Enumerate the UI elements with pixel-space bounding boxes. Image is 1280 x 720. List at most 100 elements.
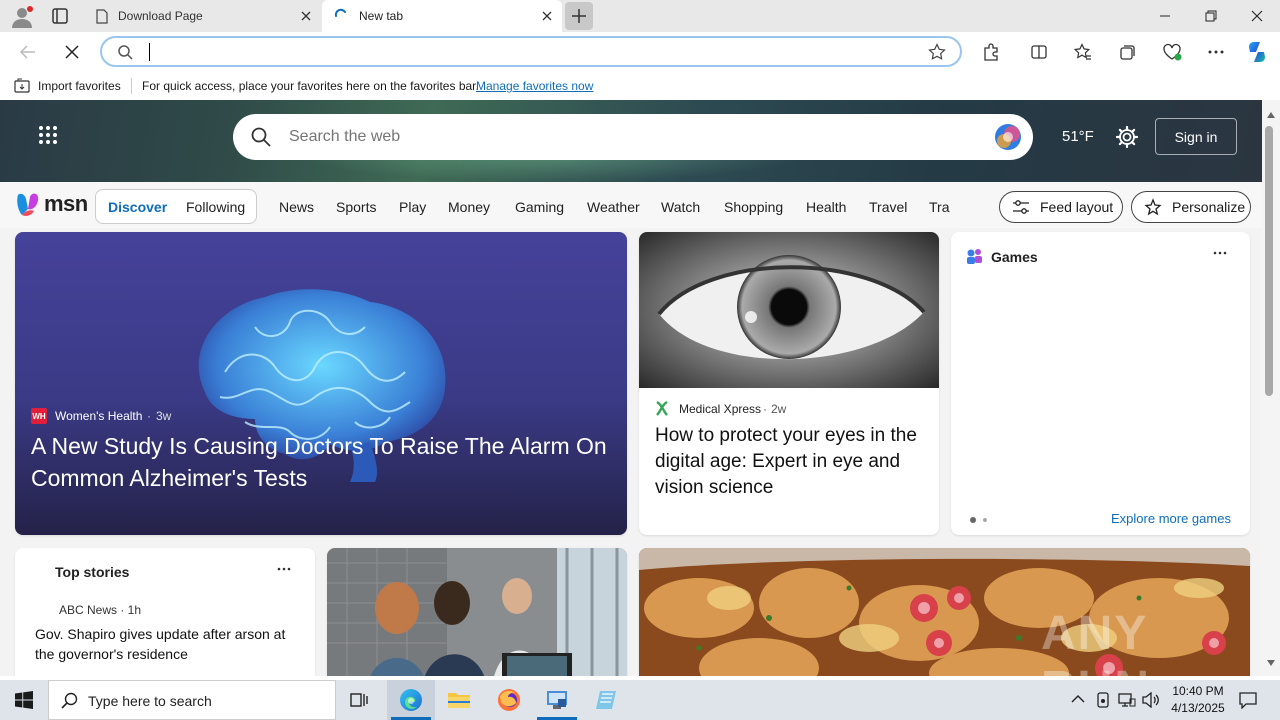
close-tab-icon[interactable] — [299, 9, 313, 23]
personalize-label: Personalize — [1172, 199, 1246, 215]
nav-sports[interactable]: Sports — [336, 199, 376, 215]
network-icon[interactable] — [1118, 692, 1136, 708]
hero-article-card[interactable]: WH Women's Health · 3w A New Study Is Ca… — [15, 232, 627, 535]
device-icon[interactable] — [1095, 692, 1111, 708]
stop-loading-button[interactable] — [60, 40, 84, 64]
file-explorer-button[interactable] — [435, 680, 483, 720]
copilot-icon[interactable] — [1245, 40, 1269, 64]
split-screen-icon[interactable] — [1027, 40, 1051, 64]
sparkle-star-icon — [1144, 198, 1162, 216]
task-view-button[interactable] — [336, 680, 384, 720]
windows-logo-icon — [15, 691, 33, 709]
more-options-icon[interactable] — [1213, 246, 1227, 260]
close-tab-icon[interactable] — [540, 9, 554, 23]
browser-essentials-icon[interactable] — [1160, 40, 1184, 64]
edge-taskbar-button[interactable] — [387, 680, 435, 720]
tab-strip: Download Page New tab — [0, 0, 1280, 32]
msn-page: 51°F Sign in msn Discover Following News… — [0, 100, 1262, 676]
favorites-icon[interactable] — [1071, 40, 1095, 64]
nav-shopping[interactable]: Shopping — [724, 199, 783, 215]
article-title[interactable]: A New Study Is Causing Doctors To Raise … — [31, 430, 616, 494]
explore-more-games-link[interactable]: Explore more games — [1111, 511, 1231, 526]
clock-time[interactable]: 10:40 PM — [1169, 684, 1227, 698]
discover-tab[interactable]: Discover — [108, 199, 167, 215]
following-tab[interactable]: Following — [186, 199, 245, 215]
carousel-dot-active[interactable] — [970, 517, 976, 523]
tab-download-page[interactable]: Download Page — [84, 0, 321, 32]
more-menu-icon[interactable] — [1204, 40, 1228, 64]
firefox-button[interactable] — [485, 680, 533, 720]
more-options-icon[interactable] — [277, 562, 291, 576]
weather-temperature[interactable]: 51°F — [1062, 128, 1094, 145]
scroll-up-arrow-icon — [1267, 112, 1275, 118]
address-input[interactable] — [146, 43, 906, 61]
top-stories-card: Top stories ABC News · 1h Gov. Shapiro g… — [15, 548, 315, 676]
eye-article-card[interactable]: Medical Xpress · 2w How to protect your … — [639, 232, 939, 535]
back-button[interactable] — [16, 40, 40, 64]
web-search-box[interactable] — [233, 114, 1033, 160]
food-article-card[interactable]: ANY RUN — [639, 548, 1250, 676]
app-button[interactable] — [533, 680, 581, 720]
nav-gaming[interactable]: Gaming — [515, 199, 564, 215]
copilot-icon[interactable] — [993, 122, 1023, 152]
page-scrollbar[interactable] — [1262, 100, 1280, 676]
carousel-dot[interactable] — [983, 518, 987, 522]
tab-label: Download Page — [118, 9, 203, 23]
extensions-icon[interactable] — [979, 40, 1003, 64]
notifications-icon[interactable] — [1239, 691, 1257, 709]
womens-health-logo-icon: WH — [31, 408, 47, 424]
story-headline[interactable]: Gov. Shapiro gives update after arson at… — [35, 624, 300, 664]
favorites-bar: Import favorites For quick access, place… — [0, 72, 1280, 100]
tab-actions-icon[interactable] — [51, 7, 69, 25]
settings-gear-icon[interactable] — [1116, 126, 1138, 148]
clock-date[interactable]: 4/13/2025 — [1165, 701, 1231, 715]
nav-news[interactable]: News — [279, 199, 314, 215]
office-people-image — [327, 548, 627, 676]
new-tab-button[interactable] — [565, 2, 593, 30]
sign-in-button[interactable]: Sign in — [1155, 118, 1237, 155]
scrollbar-thumb[interactable] — [1265, 126, 1273, 396]
manage-favorites-link[interactable]: Manage favorites now — [476, 79, 593, 93]
taskbar-search-box[interactable]: Type here to search — [48, 680, 336, 720]
network-app-icon — [547, 691, 567, 709]
web-search-input[interactable] — [289, 127, 969, 147]
start-button[interactable] — [0, 680, 48, 720]
minimize-button[interactable] — [1142, 0, 1188, 32]
page-icon — [96, 9, 108, 24]
article-source[interactable]: Medical Xpress — [679, 402, 761, 416]
sliders-icon — [1012, 199, 1030, 215]
article-source[interactable]: Women's Health — [55, 409, 142, 423]
apps-grid-icon[interactable] — [38, 125, 58, 145]
import-favorites-button[interactable]: Import favorites — [38, 79, 121, 93]
top-stories-title[interactable]: Top stories — [55, 564, 129, 580]
restore-button[interactable] — [1188, 0, 1234, 32]
favorites-hint: For quick access, place your favorites h… — [142, 79, 479, 93]
address-bar[interactable] — [100, 36, 962, 67]
nav-weather[interactable]: Weather — [587, 199, 640, 215]
story-source: ABC News · 1h — [59, 603, 142, 617]
nav-travel[interactable]: Travel — [869, 199, 907, 215]
volume-icon[interactable] — [1142, 692, 1160, 708]
games-title[interactable]: Games — [991, 249, 1038, 265]
article-age: 3w — [156, 409, 172, 423]
windows-taskbar: Type here to search 10:40 PM 4/13/2025 — [0, 680, 1280, 720]
show-hidden-icons-chevron-icon[interactable] — [1071, 694, 1085, 704]
favorite-star-icon[interactable] — [928, 43, 946, 61]
nav-money[interactable]: Money — [448, 199, 490, 215]
collections-icon[interactable] — [1116, 40, 1140, 64]
close-window-button[interactable] — [1234, 0, 1280, 32]
nav-play[interactable]: Play — [399, 199, 426, 215]
office-article-card[interactable] — [327, 548, 627, 676]
nav-watch[interactable]: Watch — [661, 199, 700, 215]
nav-traffic[interactable]: Trai — [929, 199, 950, 215]
feed-layout-button[interactable]: Feed layout — [999, 191, 1123, 223]
notepad-icon — [596, 691, 616, 709]
notepad-button[interactable] — [582, 680, 630, 720]
nav-health[interactable]: Health — [806, 199, 846, 215]
personalize-button[interactable]: Personalize — [1131, 191, 1251, 223]
tab-new-tab[interactable]: New tab — [322, 0, 562, 32]
msn-logo-icon[interactable] — [16, 191, 40, 217]
taskbar-search-placeholder: Type here to search — [88, 693, 212, 709]
profile-avatar-icon[interactable] — [10, 5, 34, 29]
article-title[interactable]: How to protect your eyes in the digital … — [655, 423, 930, 501]
